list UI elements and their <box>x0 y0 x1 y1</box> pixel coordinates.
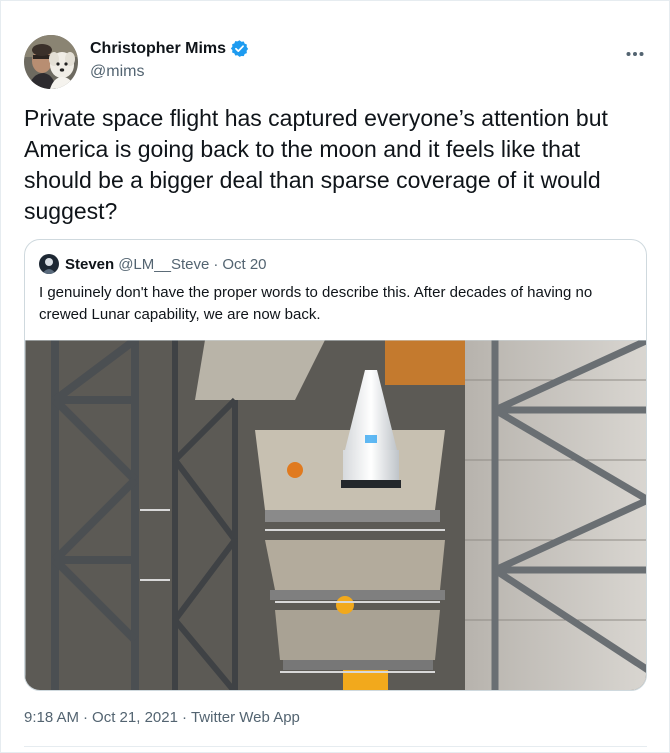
quoted-tweet[interactable]: Steven @LM__Steve · Oct 20 I genuinely d… <box>24 239 647 691</box>
tweet-text: Private space flight has captured everyo… <box>24 105 608 224</box>
quoted-separator: · <box>213 255 219 273</box>
quoted-author-handle: @LM__Steve <box>118 255 210 273</box>
tweet-date[interactable]: Oct 21, 2021 <box>92 709 178 726</box>
rocket-assembly-photo[interactable] <box>25 336 646 690</box>
author-name-row: Christopher Mims <box>90 39 249 58</box>
meta-separator: · <box>181 709 187 726</box>
tweet-source[interactable]: Twitter Web App <box>191 709 300 726</box>
divider <box>24 746 647 747</box>
quoted-author-name: Steven <box>65 255 115 273</box>
quoted-tweet-header: Steven @LM__Steve · Oct 20 <box>39 254 267 274</box>
tweet-metadata: 9:18 AM · Oct 21, 2021 · Twitter Web App <box>24 709 304 726</box>
verified-badge-icon <box>230 39 249 58</box>
quoted-author-avatar <box>39 254 59 274</box>
more-options-icon[interactable] <box>626 41 644 62</box>
tweet-time[interactable]: 9:18 AM <box>24 709 79 726</box>
author-display-name[interactable]: Christopher Mims <box>90 40 226 58</box>
quoted-tweet-text: I genuinely don't have the proper words … <box>39 284 593 323</box>
author-name-block: Christopher Mims @mims <box>90 39 249 81</box>
author-handle[interactable]: @mims <box>90 63 249 81</box>
author-avatar[interactable] <box>24 35 78 89</box>
tweet-header: Christopher Mims @mims <box>24 35 644 91</box>
quoted-date: Oct 20 <box>222 255 267 273</box>
meta-separator: · <box>83 709 89 726</box>
tweet-card: Christopher Mims @mims Private space fli… <box>0 0 670 753</box>
